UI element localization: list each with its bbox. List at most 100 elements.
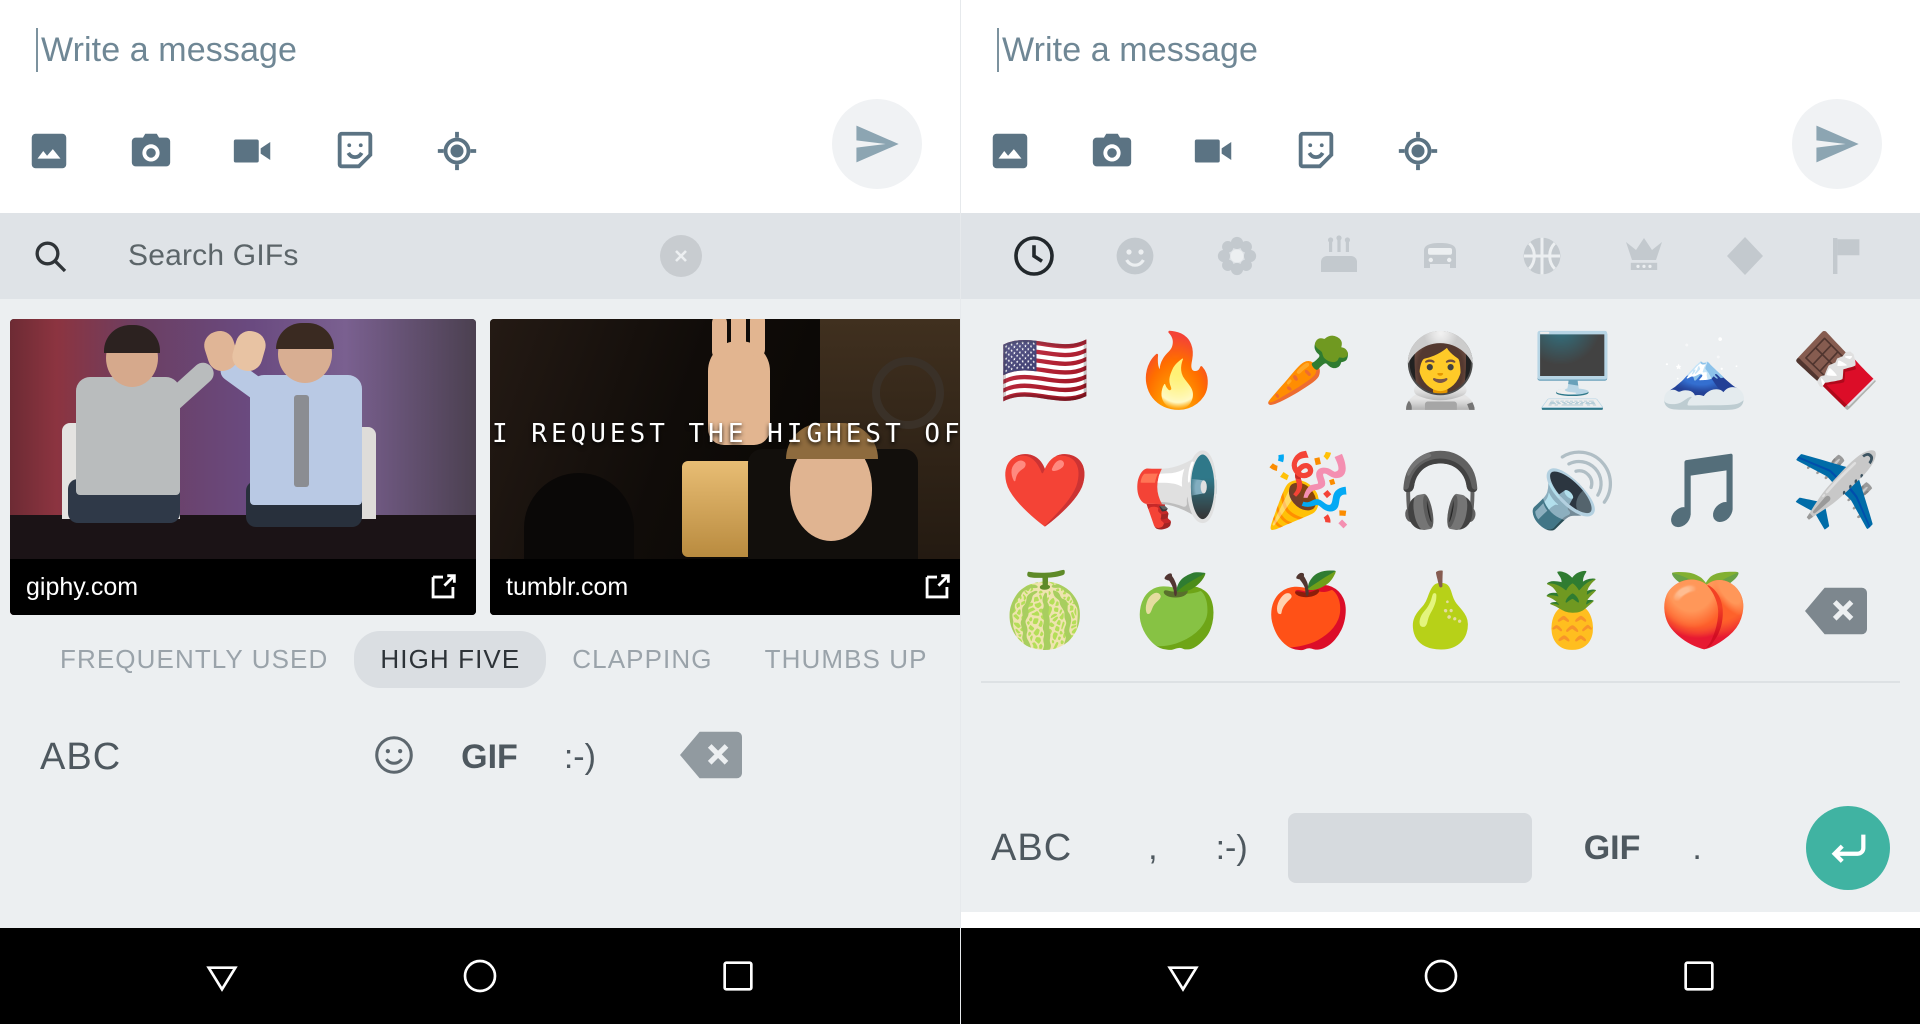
gif-category-frequently-used[interactable]: FREQUENTLY USED (34, 631, 354, 688)
emoji-tab-cake-icon[interactable] (1311, 228, 1367, 284)
send-icon (856, 125, 899, 163)
gif-results-area: giphy.com I REQUEST THE HIGHEST OF tumbl… (0, 299, 960, 615)
emoji-carrot[interactable]: 🥕 (1243, 315, 1375, 427)
emoji-tab-basketball-icon[interactable] (1514, 228, 1570, 284)
key-gif[interactable]: GIF (1584, 829, 1641, 868)
key-space[interactable] (1287, 813, 1532, 883)
gif-source-bar: tumblr.com (490, 559, 960, 615)
message-input[interactable]: Write a message (36, 28, 297, 72)
backspace-icon (680, 731, 742, 778)
location-icon[interactable] (434, 128, 480, 174)
gif-result-card[interactable]: giphy.com (10, 319, 476, 615)
emoji-tab-crown-icon[interactable] (1616, 228, 1672, 284)
back-icon[interactable] (1163, 956, 1203, 996)
gif-category-clapping[interactable]: CLAPPING (546, 631, 738, 688)
diamond-icon (1727, 237, 1764, 275)
key-period[interactable]: . (1692, 829, 1701, 868)
close-icon (675, 250, 687, 262)
recents-icon[interactable] (718, 956, 758, 996)
key-abc[interactable]: ABC (991, 827, 1072, 870)
emoji-flag-united-states[interactable]: 🇺🇸 (979, 315, 1111, 427)
camera-icon[interactable] (1089, 128, 1135, 174)
emoji-desktop-computer[interactable]: 🖥️ (1506, 315, 1638, 427)
open-external-icon[interactable] (426, 570, 460, 604)
message-placeholder: Write a message (1002, 30, 1258, 69)
compose-area: Write a message (961, 0, 1920, 213)
key-abc[interactable]: ABC (40, 736, 121, 779)
gif-source-label: tumblr.com (506, 572, 629, 601)
emoji-astronaut[interactable]: 👩‍🚀 (1375, 315, 1507, 427)
gif-image-caption: I REQUEST THE HIGHEST OF FIVES (492, 419, 960, 449)
sticker-icon[interactable] (1293, 128, 1339, 174)
gif-search-input[interactable]: Search GIFs (128, 239, 299, 273)
gif-result-card[interactable]: I REQUEST THE HIGHEST OF FIVES tumblr.co… (490, 319, 960, 615)
emoji-tab-car-icon[interactable] (1412, 228, 1468, 284)
emoji-fire[interactable]: 🔥 (1111, 315, 1243, 427)
backspace-icon (1805, 587, 1868, 635)
gif-search-bar[interactable]: Search GIFs (0, 213, 960, 299)
smiley-icon (375, 735, 413, 774)
keyboard-filler (0, 811, 960, 928)
emoji-speaker[interactable]: 🔊 (1506, 435, 1638, 547)
key-gif[interactable]: GIF (461, 738, 518, 777)
emoji-heart[interactable]: ❤️ (979, 435, 1111, 547)
emoji-pineapple[interactable]: 🍍 (1506, 555, 1638, 667)
emoji-peach[interactable]: 🍑 (1638, 555, 1770, 667)
gif-category-thumbs-up[interactable]: THUMBS UP (739, 631, 954, 688)
video-camera-icon[interactable] (1191, 128, 1237, 174)
gif-source-bar: giphy.com (10, 559, 476, 615)
emoji-tab-flag-icon[interactable] (1819, 228, 1875, 284)
keyboard-bottom-bar: ABC , :-) GIF . (961, 784, 1920, 912)
clear-search-button[interactable] (660, 235, 702, 277)
flower-icon (1217, 236, 1257, 276)
video-camera-icon[interactable] (230, 128, 276, 174)
camera-icon[interactable] (128, 128, 174, 174)
key-comma[interactable]: , (1148, 829, 1157, 868)
compose-action-row (987, 128, 1441, 174)
car-icon (1424, 243, 1457, 268)
basketball-icon (1523, 237, 1561, 275)
emoji-green-apple[interactable]: 🍏 (1111, 555, 1243, 667)
text-caret (36, 28, 38, 72)
compose-action-row (26, 128, 480, 174)
back-icon[interactable] (202, 956, 242, 996)
emoji-tab-smiley-icon[interactable] (1107, 228, 1163, 284)
key-emoji[interactable] (371, 732, 417, 783)
gif-category-high-five[interactable]: HIGH FIVE (354, 630, 547, 688)
key-enter[interactable] (1806, 806, 1890, 890)
emoji-megaphone[interactable]: 📢 (1111, 435, 1243, 547)
emoji-grid: 🇺🇸 🔥 🥕 👩‍🚀 🖥️ 🗻 🍫 ❤️ 📢 🎉 🎧 🔊 🎵 ✈️ 🍈 (961, 299, 1920, 675)
emoji-tab-recent-clock-icon[interactable] (1006, 228, 1062, 284)
gif-source-label: giphy.com (26, 572, 139, 601)
emoji-party-popper[interactable]: 🎉 (1243, 435, 1375, 547)
emoji-tab-diamond-icon[interactable] (1717, 228, 1773, 284)
emoji-chocolate-bar[interactable]: 🍫 (1770, 315, 1902, 427)
key-kaomoji[interactable]: :-) (564, 738, 596, 777)
emoji-pear[interactable]: 🍐 (1375, 555, 1507, 667)
send-button[interactable] (1792, 99, 1882, 189)
send-button[interactable] (832, 99, 922, 189)
gallery-icon[interactable] (26, 128, 72, 174)
emoji-airplane[interactable]: ✈️ (1770, 435, 1902, 547)
message-input[interactable]: Write a message (997, 28, 1258, 72)
location-icon[interactable] (1395, 128, 1441, 174)
cake-icon (1320, 235, 1357, 272)
enter-icon (1831, 834, 1866, 863)
home-icon[interactable] (460, 956, 500, 996)
home-icon[interactable] (1421, 956, 1461, 996)
emoji-headphone[interactable]: 🎧 (1375, 435, 1507, 547)
gallery-icon[interactable] (987, 128, 1033, 174)
emoji-tab-flower-icon[interactable] (1209, 228, 1265, 284)
recents-icon[interactable] (1679, 956, 1719, 996)
emoji-melon[interactable]: 🍈 (979, 555, 1111, 667)
emoji-keyboard: 🇺🇸 🔥 🥕 👩‍🚀 🖥️ 🗻 🍫 ❤️ 📢 🎉 🎧 🔊 🎵 ✈️ 🍈 (961, 213, 1920, 912)
emoji-red-apple[interactable]: 🍎 (1243, 555, 1375, 667)
key-kaomoji[interactable]: :-) (1216, 829, 1248, 868)
emoji-grid-backspace[interactable] (1770, 555, 1902, 667)
key-backspace[interactable] (680, 731, 742, 784)
open-external-icon[interactable] (920, 570, 954, 604)
sticker-icon[interactable] (332, 128, 378, 174)
emoji-musical-note[interactable]: 🎵 (1638, 435, 1770, 547)
emoji-mount-fuji[interactable]: 🗻 (1638, 315, 1770, 427)
gif-category-tabs: FREQUENTLY USED HIGH FIVE CLAPPING THUMB… (0, 615, 960, 703)
